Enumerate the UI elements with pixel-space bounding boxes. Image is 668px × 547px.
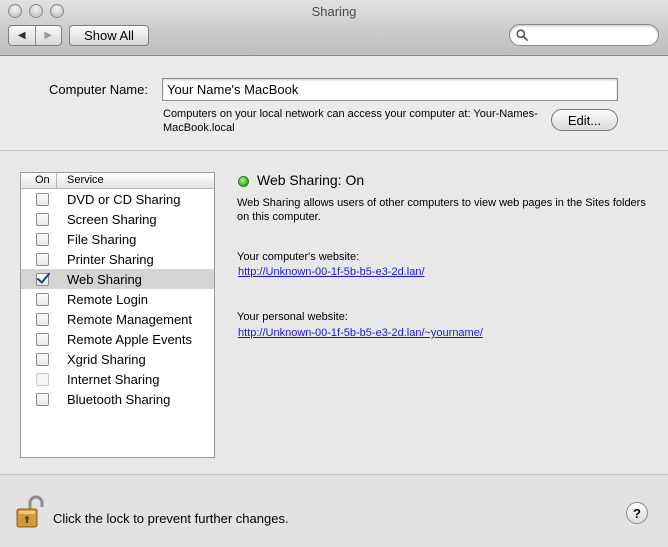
nav-back-forward: ◀ ▶ [8,25,62,46]
search-icon [516,29,528,41]
service-checkbox[interactable] [36,272,49,286]
service-checkbox[interactable] [36,392,49,406]
computer-name-label: Computer Name: [49,82,148,97]
service-row[interactable]: File Sharing [21,229,214,249]
service-label: Bluetooth Sharing [67,391,171,407]
service-label: Web Sharing [67,271,142,287]
service-checkbox[interactable] [36,212,49,226]
help-button[interactable]: ? [626,502,648,524]
service-row[interactable]: Internet Sharing [21,369,214,389]
service-row[interactable]: Printer Sharing [21,249,214,269]
service-row[interactable]: Xgrid Sharing [21,349,214,369]
service-label: Printer Sharing [67,251,154,267]
service-row[interactable]: Screen Sharing [21,209,214,229]
lock-message: Click the lock to prevent further change… [53,511,289,526]
service-row[interactable]: Remote Apple Events [21,329,214,349]
back-button[interactable]: ◀ [9,26,35,45]
computer-name-field[interactable] [162,78,618,101]
computer-name-section: Computer Name: Computers on your local n… [0,57,668,151]
personal-website-link[interactable]: http://Unknown-00-1f-5b-b5-e3-2d.lan/~yo… [238,327,483,339]
service-label: Remote Login [67,291,148,307]
service-checkbox[interactable] [36,192,49,206]
service-checkbox[interactable] [36,352,49,366]
service-checkbox[interactable] [36,312,49,326]
service-rows: DVD or CD Sharing Screen Sharing File Shar… [21,189,214,409]
service-description: Web Sharing allows users of other comput… [237,197,646,223]
service-checkbox[interactable] [36,332,49,346]
service-label: DVD or CD Sharing [67,191,181,207]
show-all-button[interactable]: Show All [69,25,149,46]
forward-button[interactable]: ▶ [34,26,62,45]
service-label: Remote Management [67,311,193,327]
service-label: Remote Apple Events [67,331,193,347]
service-label: File Sharing [67,231,137,247]
search-field[interactable] [509,24,659,46]
service-checkbox[interactable] [36,232,49,246]
lock-icon[interactable] [14,495,46,529]
column-header-on[interactable]: On [21,173,57,188]
computer-website-label: Your computer's website: [237,251,360,263]
service-checkbox [36,372,49,386]
search-input[interactable] [532,27,652,43]
service-label: Xgrid Sharing [67,351,146,367]
service-checkbox[interactable] [36,292,49,306]
edit-button[interactable]: Edit... [551,109,618,131]
service-row[interactable]: Bluetooth Sharing [21,389,214,409]
column-header-service[interactable]: Service [57,173,104,188]
status-indicator-icon [238,176,249,187]
computer-address-description: Computers on your local network can acce… [163,108,538,134]
service-row[interactable]: Remote Management [21,309,214,329]
service-row[interactable]: Remote Login [21,289,214,309]
window-title: Sharing [311,4,357,19]
window-titlebar: Sharing ◀ ▶ Show All [0,0,668,56]
service-list: On Service DVD or CD Sharing Screen Shari… [20,172,215,458]
bottom-bar: Click the lock to prevent further change… [0,474,668,547]
service-row[interactable]: DVD or CD Sharing [21,189,214,209]
computer-website-link[interactable]: http://Unknown-00-1f-5b-b5-e3-2d.lan/ [238,266,425,278]
service-checkbox[interactable] [36,252,49,266]
service-label: Internet Sharing [67,371,160,387]
service-status-title: Web Sharing: On [257,172,365,188]
service-list-header: On Service [21,173,214,189]
service-label: Screen Sharing [67,211,157,227]
service-row[interactable]: Web Sharing [21,269,214,289]
personal-website-label: Your personal website: [237,311,348,323]
